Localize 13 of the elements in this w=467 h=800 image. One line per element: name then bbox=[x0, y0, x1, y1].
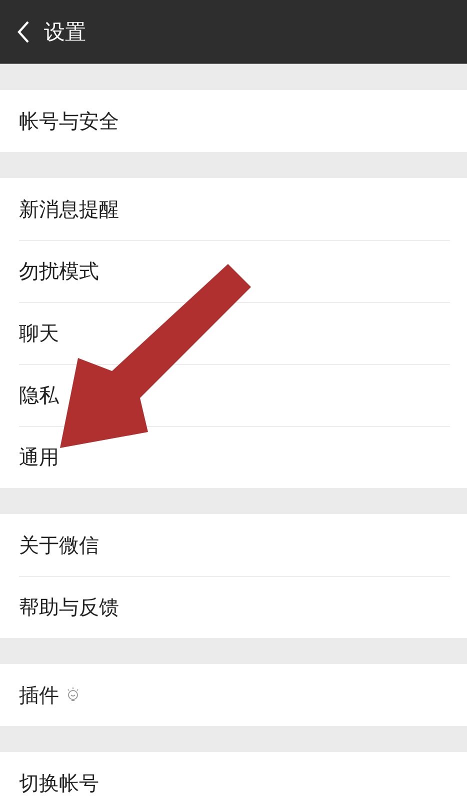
menu-item[interactable]: 关于微信 bbox=[19, 532, 99, 558]
lightbulb-icon bbox=[67, 687, 79, 703]
menu-item[interactable]: 聊天 bbox=[19, 320, 59, 347]
menu-item[interactable]: 通用 bbox=[19, 444, 59, 471]
menu-item[interactable]: 勿扰模式 bbox=[19, 258, 99, 285]
back-button[interactable] bbox=[16, 20, 30, 44]
menu-item[interactable]: 隐私 bbox=[19, 382, 59, 409]
menu-item[interactable]: 切换帐号 bbox=[19, 770, 99, 796]
header-title: 设置 bbox=[44, 18, 86, 46]
menu-item[interactable]: 帐号与安全 bbox=[19, 108, 119, 134]
menu-item[interactable]: 新消息提醒 bbox=[19, 196, 119, 222]
menu-item[interactable]: 帮助与反馈 bbox=[19, 594, 119, 621]
menu-item[interactable]: 插件 bbox=[19, 682, 59, 708]
